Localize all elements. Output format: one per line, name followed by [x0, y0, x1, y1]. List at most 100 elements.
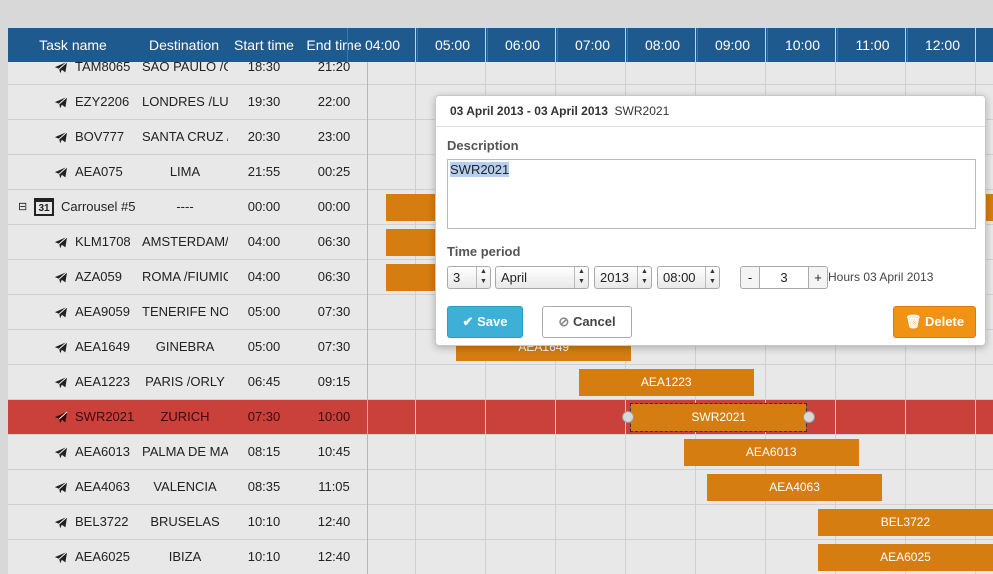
description-label: Description: [447, 138, 519, 153]
task-bar[interactable]: BEL3722: [817, 509, 993, 536]
task-name-cell: AEA1649: [75, 339, 130, 354]
destination-cell: IBIZA: [168, 549, 202, 564]
destination-cell: LIMA: [169, 164, 201, 179]
destination-cell: PARIS /ORLY: [145, 374, 225, 389]
grid-splitter[interactable]: [367, 62, 368, 574]
destination-cell: ZURICH: [160, 409, 210, 424]
task-name-cell: AEA075: [75, 164, 123, 179]
plane-icon: [54, 85, 68, 119]
chevron-updown-icon: ▲ ▼: [476, 267, 490, 288]
task-bar[interactable]: AEA6013: [683, 439, 859, 466]
plane-icon: [54, 120, 68, 154]
cancel-button[interactable]: ⊘ Cancel: [542, 306, 632, 338]
plane-icon: [54, 435, 68, 469]
time-period-label: Time period: [447, 244, 521, 259]
end-time-cell: 12:40: [317, 549, 351, 564]
month-select[interactable]: April ▲ ▼: [495, 266, 589, 289]
destination-cell: BRUSELAS: [150, 514, 220, 529]
task-name-cell: BOV777: [75, 129, 125, 144]
timeline-tick: 07:00: [557, 28, 627, 62]
task-name-cell: EZY2206: [75, 94, 130, 109]
year-value: 2013: [600, 270, 629, 285]
start-time-cell: 10:10: [247, 514, 281, 529]
delete-button[interactable]: 🗑 Delete: [893, 306, 976, 338]
end-time-cell: 11:05: [318, 479, 350, 494]
calendar-icon: 31: [34, 198, 54, 216]
task-name-cell: AEA4063: [75, 479, 130, 494]
day-select[interactable]: 3 ▲ ▼: [447, 266, 491, 289]
duration-increment-button[interactable]: +: [808, 266, 828, 289]
end-time-cell: 00:00: [317, 199, 351, 214]
col-destination[interactable]: Destination: [142, 28, 226, 62]
task-bar[interactable]: AEA6025: [817, 544, 993, 571]
start-time-cell: 04:00: [247, 269, 281, 284]
destination-cell: LONDRES /LU: [142, 94, 228, 109]
destination-cell: ----: [176, 199, 194, 214]
check-icon: ✔: [462, 314, 474, 329]
time-value: 08:00: [663, 270, 696, 285]
start-time-cell: 05:00: [247, 339, 281, 354]
end-time-cell: 06:30: [317, 269, 351, 284]
description-textarea[interactable]: SWR2021: [447, 159, 976, 229]
save-label: Save: [477, 314, 508, 329]
task-name-cell: AEA6013: [75, 444, 130, 459]
start-time-cell: 06:45: [247, 374, 281, 389]
task-name-cell: AEA9059: [75, 304, 130, 319]
plane-icon: [54, 365, 68, 399]
timeline-tick: 12:00: [907, 28, 977, 62]
end-time-cell: 10:45: [317, 444, 351, 459]
collapse-toggle-icon[interactable]: ⊟: [18, 190, 27, 224]
chevron-updown-icon: ▲ ▼: [705, 267, 719, 288]
start-time-cell: 20:30: [247, 129, 281, 144]
start-time-cell: 07:30: [247, 409, 281, 424]
start-time-cell: 18:30: [247, 62, 281, 74]
end-time-cell: 12:40: [317, 514, 351, 529]
destination-cell: PALMA DE MA: [142, 444, 228, 459]
save-button[interactable]: ✔ Save: [447, 306, 523, 338]
destination-cell: ROMA /FIUMIC: [142, 269, 228, 284]
start-time-cell: 08:15: [247, 444, 281, 459]
task-edit-popup: 03 April 2013 - 03 April 2013 SWR2021 De…: [435, 95, 986, 346]
start-time-cell: 00:00: [247, 199, 281, 214]
end-time-cell: 23:00: [317, 129, 351, 144]
task-name-cell: TAM8065: [75, 62, 131, 74]
time-select[interactable]: 08:00 ▲ ▼: [657, 266, 720, 289]
plane-icon: [54, 155, 68, 189]
month-value: April: [501, 270, 528, 285]
task-row[interactable]: AEA1223 PARIS /ORLY 06:45 09:15: [8, 365, 993, 400]
plane-icon: [54, 330, 68, 364]
task-name-cell: Carrousel #5: [61, 199, 136, 214]
timeline-tick: 05:00: [417, 28, 487, 62]
year-select[interactable]: 2013 ▲ ▼: [594, 266, 652, 289]
task-bar[interactable]: AEA1223: [578, 369, 754, 396]
task-bar[interactable]: AEA4063: [707, 474, 883, 501]
duration-decrement-button[interactable]: -: [740, 266, 760, 289]
cancel-label: Cancel: [572, 314, 616, 329]
end-time-cell: 07:30: [317, 304, 351, 319]
destination-cell: SANTA CRUZ /: [142, 129, 228, 144]
plane-icon: [54, 400, 68, 434]
col-task-name[interactable]: Task name: [8, 28, 138, 62]
col-start-time[interactable]: Start time: [228, 28, 300, 62]
timeline-tick: 09:00: [697, 28, 767, 62]
task-row[interactable]: SWR2021 ZURICH 07:30 10:00: [8, 400, 993, 435]
task-row[interactable]: TAM8065 SAO PAULO /G 18:30 21:20: [8, 62, 993, 85]
cancel-icon: ⊘: [558, 314, 570, 329]
task-bar[interactable]: SWR2021: [630, 403, 808, 432]
task-name-cell: AEA6025: [75, 549, 130, 564]
timeline-tick: 10:00: [767, 28, 837, 62]
plane-icon: [54, 225, 68, 259]
destination-cell: TENERIFE NOR: [142, 304, 228, 319]
timeline-tick: 08:00: [627, 28, 697, 62]
timeline-tick: 06:00: [487, 28, 557, 62]
task-name-cell: AZA059: [75, 269, 122, 284]
end-time-cell: 07:30: [317, 339, 351, 354]
plane-icon: [54, 62, 68, 84]
task-name-cell: SWR2021: [75, 409, 135, 424]
grid-header: Task name Destination Start time End tim…: [8, 28, 993, 62]
plane-icon: [54, 540, 68, 574]
duration-input[interactable]: 3: [760, 266, 808, 289]
destination-cell: GINEBRA: [155, 339, 215, 354]
start-time-cell: 19:30: [247, 94, 281, 109]
start-time-cell: 08:35: [247, 479, 281, 494]
